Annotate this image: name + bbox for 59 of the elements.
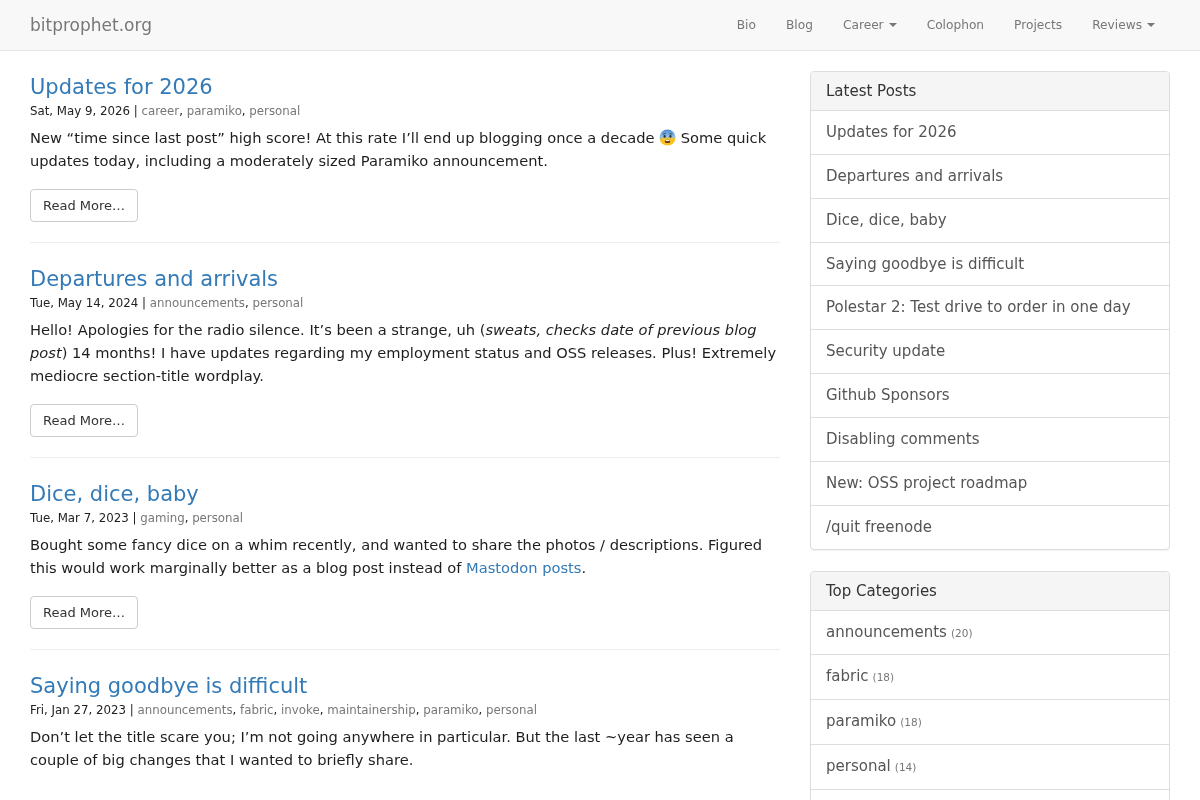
post-title-link[interactable]: Updates for 2026 [30, 75, 213, 99]
tag-link[interactable]: gaming [140, 511, 185, 525]
tag-link[interactable]: career [141, 104, 180, 118]
nav-dropdown[interactable]: Reviews [1077, 0, 1170, 50]
post-link[interactable]: New: OSS project roadmap [811, 460, 1169, 505]
tag-link[interactable]: announcements [149, 296, 245, 310]
tag-link[interactable]: personal [486, 703, 537, 717]
read-more-button[interactable]: Read More… [30, 404, 139, 437]
tag-link[interactable]: announcements [137, 703, 233, 717]
post-excerpt: New “time since last post” high score! At this rate I’ll end up blogging once a decade Some quick updates today, including a moderately sized Paramiko announcement. [30, 128, 768, 171]
post-excerpt: Don’t let the title scare you; I’m not going anywhere in particular. But the last ~year has seen a couple of big changes that I wanted to briefly share. [30, 727, 735, 770]
post-meta: Tue, May 14, 2024 | announcements, personal [30, 295, 305, 312]
nav-link[interactable]: Colophon [911, 0, 1000, 50]
site-title-link[interactable]: bitprophet.org [30, 0, 152, 50]
post-excerpt: Bought some fancy dice on a whim recently, and wanted to share the photos / descriptions. Figured this would work marginally better as a blog post instead of Mastodon posts. [30, 535, 763, 578]
panel-heading: Top Categories [811, 571, 1169, 611]
post-title-link[interactable]: Dice, dice, baby [30, 482, 199, 506]
post-link[interactable]: Departures and arrivals [811, 153, 1169, 198]
nav-dropdown[interactable]: Career [827, 0, 912, 50]
post-meta: Tue, Mar 7, 2023 | gaming, personal [30, 510, 245, 527]
category-link[interactable]: paramiko (18) [811, 699, 1169, 745]
post-count: (20) [950, 626, 973, 639]
post-link[interactable]: Saying goodbye is difficult [811, 241, 1169, 286]
post-meta: Sat, May 9, 2026 | career, paramiko, personal [30, 103, 302, 120]
read-more-button[interactable]: Read More… [30, 189, 139, 222]
nav-link[interactable]: Blog [770, 0, 828, 50]
tag-link[interactable]: paramiko [423, 703, 479, 717]
post-meta: Fri, Jan 27, 2023 | announcements, fabric, invoke, maintainership, paramiko, personal [30, 702, 538, 719]
tag-link[interactable]: maintainership [327, 703, 416, 717]
post-link[interactable]: Disabling comments [811, 417, 1169, 461]
post-excerpt: Hello! Apologies for the radio silence. It’s been a strange, uh (sweats, checks date of previous blog post) 14 months! I have updates regarding my employment status and OSS releases. Plus! Extremely mediocre section-title wordplay. [30, 320, 778, 386]
category-link[interactable]: announcements (20) [811, 610, 1169, 655]
post-link[interactable]: Security update [811, 329, 1169, 374]
post-link[interactable]: Dice, dice, baby [811, 197, 1169, 242]
panel-heading: Latest Posts [811, 72, 1169, 111]
caret-icon [1147, 23, 1155, 27]
category-link[interactable]: fabric (18) [811, 654, 1169, 700]
post-link[interactable]: Polestar 2: Test drive to order in one day [811, 285, 1169, 330]
tag-link[interactable]: invoke [281, 703, 320, 717]
tag-link[interactable]: fabric [240, 703, 274, 717]
post-link[interactable]: /quit freenode [811, 504, 1169, 549]
tag-link[interactable]: personal [252, 296, 304, 310]
post-title-link[interactable]: Departures and arrivals [30, 267, 279, 291]
post-count: (14) [894, 761, 917, 774]
tag-link[interactable]: personal [249, 104, 301, 118]
caret-icon [888, 23, 897, 27]
category-link[interactable]: personal (14) [811, 744, 1169, 791]
nav-link[interactable]: Projects [999, 0, 1078, 50]
tag-link[interactable]: personal [192, 511, 244, 525]
read-more-button[interactable]: Read More… [30, 596, 139, 629]
anxious-face-emoji-icon [659, 129, 677, 146]
tag-link[interactable]: paramiko [186, 104, 242, 118]
nav-link[interactable]: Bio [721, 0, 771, 50]
post-count: (18) [872, 671, 895, 684]
post-link[interactable]: Github Sponsors [811, 373, 1169, 417]
text-link[interactable]: Mastodon posts [466, 559, 582, 576]
post-title-link[interactable]: Saying goodbye is difficult [30, 674, 308, 698]
post-count: (18) [900, 716, 922, 729]
post-link[interactable]: Updates for 2026 [811, 111, 1169, 154]
